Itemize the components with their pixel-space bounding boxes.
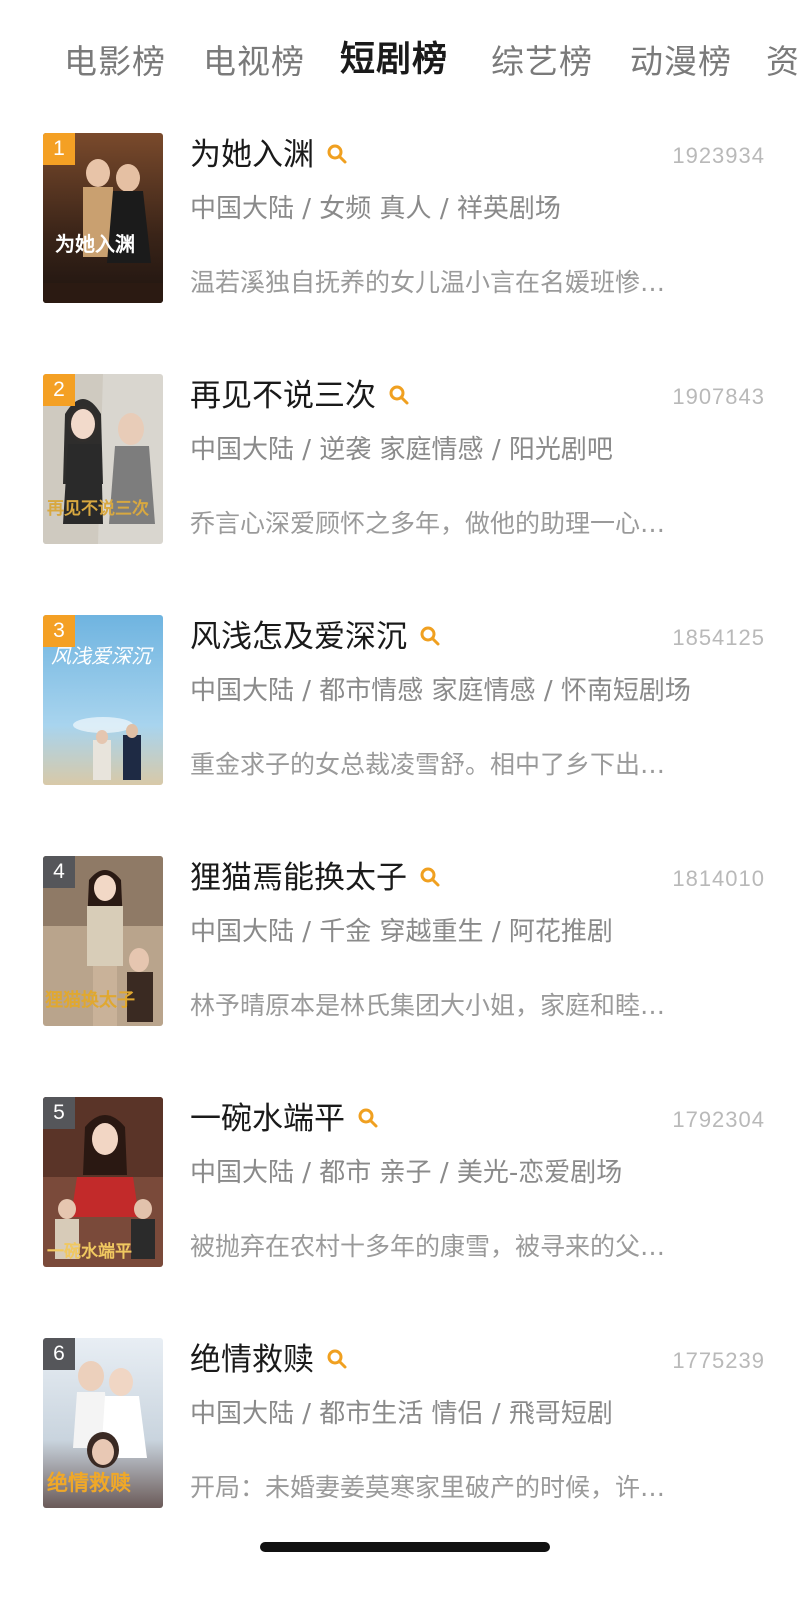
- drama-description: 温若溪独自抚养的女儿温小言在名媛班惨…: [190, 268, 666, 297]
- poster-image[interactable]: 再见不说三次 2: [43, 374, 163, 544]
- rank-badge: 6: [43, 1338, 75, 1370]
- drama-meta: 中国大陆 / 女频 真人 / 祥英剧场: [190, 194, 561, 224]
- heat-score: 1907843: [672, 384, 765, 409]
- title-text[interactable]: 再见不说三次: [190, 378, 376, 414]
- search-icon[interactable]: [388, 384, 410, 406]
- home-indicator[interactable]: [260, 1542, 550, 1552]
- poster-title-text: 狸猫换太子: [45, 989, 135, 1011]
- rank-badge: 1: [43, 133, 75, 165]
- tab-tv[interactable]: 电视榜: [203, 42, 305, 82]
- heat-score: 1814010: [672, 866, 765, 891]
- drama-description: 林予晴原本是林氏集团大小姐，家庭和睦…: [190, 991, 666, 1020]
- heat-score: 1775239: [672, 1348, 765, 1373]
- drama-title[interactable]: 风浅怎及爱深沉: [190, 617, 441, 657]
- tab-anime[interactable]: 动漫榜: [630, 42, 732, 82]
- drama-description: 重金求子的女总裁凌雪舒。相中了乡下出…: [190, 750, 666, 779]
- poster-image[interactable]: 风浅爱深沉 3: [43, 615, 163, 785]
- title-text[interactable]: 一碗水端平: [190, 1101, 345, 1137]
- heat-score: 1854125: [672, 625, 765, 650]
- rank-badge: 5: [43, 1097, 75, 1129]
- list-item[interactable]: 一碗水端平 5 一碗水端平 1792304 中国大陆 / 都市 亲子 / 美光-…: [0, 1097, 811, 1297]
- rank-badge: 2: [43, 374, 75, 406]
- title-text[interactable]: 为她入渊: [190, 137, 314, 173]
- poster-title-text: 为她入渊: [55, 232, 135, 256]
- search-icon[interactable]: [419, 866, 441, 888]
- title-text[interactable]: 风浅怎及爱深沉: [190, 619, 407, 655]
- drama-meta: 中国大陆 / 都市情感 家庭情感 / 怀南短剧场: [190, 676, 691, 706]
- poster-title-text: 绝情救赎: [47, 1470, 131, 1495]
- heat-score: 1923934: [672, 143, 765, 168]
- drama-title[interactable]: 再见不说三次: [190, 376, 410, 416]
- search-icon[interactable]: [357, 1107, 379, 1129]
- title-text[interactable]: 绝情救赎: [190, 1342, 314, 1378]
- list-item[interactable]: 风浅爱深沉 3 风浅怎及爱深沉 1854125 中国大陆 / 都市情感 家庭情感…: [0, 615, 811, 815]
- chart-category-tabs: 电影榜 电视榜 短剧榜 综艺榜 动漫榜 资: [0, 0, 811, 125]
- tab-variety[interactable]: 综艺榜: [491, 42, 593, 82]
- poster-image[interactable]: 绝情救赎 6: [43, 1338, 163, 1508]
- poster-title-text: 再见不说三次: [47, 498, 149, 519]
- drama-meta: 中国大陆 / 都市 亲子 / 美光-恋爱剧场: [190, 1158, 623, 1188]
- drama-title[interactable]: 为她入渊: [190, 135, 348, 175]
- title-text[interactable]: 狸猫焉能换太子: [190, 860, 407, 896]
- drama-title[interactable]: 绝情救赎: [190, 1340, 348, 1380]
- poster-title-text: 风浅爱深沉: [51, 644, 154, 668]
- heat-score: 1792304: [672, 1107, 765, 1132]
- drama-title[interactable]: 狸猫焉能换太子: [190, 858, 441, 898]
- list-item[interactable]: 狸猫换太子 4 狸猫焉能换太子 1814010 中国大陆 / 千金 穿越重生 /…: [0, 856, 811, 1056]
- tab-short-drama[interactable]: 短剧榜: [340, 40, 448, 80]
- list-item[interactable]: 为她入渊 1 为她入渊 1923934 中国大陆 / 女频 真人 / 祥英剧场 …: [0, 133, 811, 333]
- drama-meta: 中国大陆 / 逆袭 家庭情感 / 阳光剧吧: [190, 435, 613, 465]
- poster-image[interactable]: 为她入渊 1: [43, 133, 163, 303]
- poster-image[interactable]: 狸猫换太子 4: [43, 856, 163, 1026]
- list-item[interactable]: 绝情救赎 6 绝情救赎 1775239 中国大陆 / 都市生活 情侣 / 飛哥短…: [0, 1338, 811, 1538]
- drama-description: 开局：未婚妻姜莫寒家里破产的时候，许…: [190, 1473, 666, 1502]
- drama-description: 被抛弃在农村十多年的康雪，被寻来的父…: [190, 1232, 666, 1261]
- list-item[interactable]: 再见不说三次 2 再见不说三次 1907843 中国大陆 / 逆袭 家庭情感 /…: [0, 374, 811, 574]
- search-icon[interactable]: [326, 143, 348, 165]
- drama-description: 乔言心深爱顾怀之多年，做他的助理一心…: [190, 509, 666, 538]
- search-icon[interactable]: [419, 625, 441, 647]
- drama-meta: 中国大陆 / 千金 穿越重生 / 阿花推剧: [190, 917, 613, 947]
- poster-title-text: 一碗水端平: [47, 1241, 132, 1262]
- rank-badge: 3: [43, 615, 75, 647]
- rank-badge: 4: [43, 856, 75, 888]
- tab-more[interactable]: 资: [766, 42, 800, 82]
- search-icon[interactable]: [326, 1348, 348, 1370]
- drama-title[interactable]: 一碗水端平: [190, 1099, 379, 1139]
- drama-meta: 中国大陆 / 都市生活 情侣 / 飛哥短剧: [190, 1399, 613, 1429]
- tab-movie[interactable]: 电影榜: [64, 42, 166, 82]
- poster-image[interactable]: 一碗水端平 5: [43, 1097, 163, 1267]
